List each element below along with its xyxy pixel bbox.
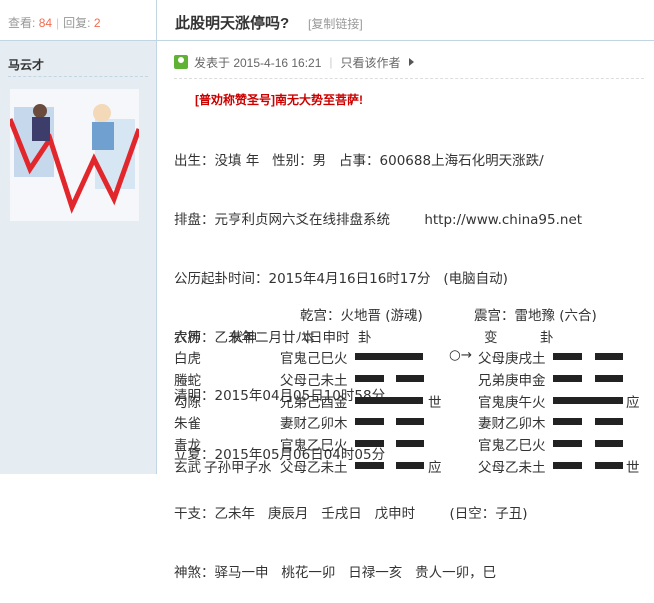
ben-yao-cell: 父母乙未土: [280, 460, 348, 476]
shi-ying-mark: 世: [626, 460, 640, 476]
yang-line: [553, 396, 623, 404]
yin-line-left: [553, 462, 582, 469]
col-gua-change: 卦: [540, 330, 554, 346]
yin-line-right: [396, 462, 424, 469]
stats-bar: 查看: 84 | 回复: 2: [0, 0, 156, 41]
bian-yao-cell: 父母庚戌土: [478, 351, 546, 367]
col-gua: 卦: [358, 330, 372, 346]
liushen-cell: 勾陈: [174, 394, 201, 411]
yin-line-right: [595, 353, 623, 360]
liushen-cell: 朱雀: [174, 416, 201, 433]
yin-line-left: [355, 418, 384, 426]
yang-line: [355, 396, 423, 404]
post-info: 发表于 2015-4-16 16:21 | 只看该作者: [174, 52, 414, 72]
thread-stats: 查看: 84 | 回复: 2: [8, 16, 101, 30]
shi-ying-mark: 应: [626, 394, 640, 411]
content-line: 公历起卦时间：2015年4月16日16时17分 (电脑自动): [174, 270, 508, 287]
yin-line-left: [355, 462, 384, 469]
shi-ying-mark: 应: [428, 460, 442, 476]
moving-yao-mark: ○→: [449, 347, 473, 363]
only-author-link[interactable]: 只看该作者: [341, 54, 401, 71]
promo-prefix[interactable]: [普劝称赞圣号]: [195, 93, 275, 107]
liushen-cell: 白虎: [174, 351, 201, 367]
shi-ying-mark: 世: [428, 394, 442, 411]
main-gua-title: 乾宫：火地晋 (游魂): [300, 308, 423, 324]
yin-line-left: [355, 440, 384, 448]
thread-header: 此股明天涨停吗? [复制链接]: [157, 0, 654, 41]
bian-yao-cell: 兄弟庚申金: [478, 372, 546, 389]
liushen-cell: 螣蛇: [174, 372, 201, 389]
yin-line-left: [553, 418, 582, 426]
avatar[interactable]: [10, 89, 139, 221]
yin-line-left: [355, 374, 384, 382]
liushen-cell: 玄武: [174, 460, 201, 476]
yin-line-right: [595, 462, 623, 469]
replies-count: 2: [93, 16, 101, 30]
ben-yao-cell: 妻财乙卯木: [280, 416, 348, 433]
bian-yao-cell: 官鬼乙巳火: [478, 438, 546, 455]
yin-line-right: [595, 374, 623, 382]
content-line: 神煞：驿马一申 桃花一卯 日禄一亥 贵人一卯，巳: [174, 564, 497, 581]
copy-link-button[interactable]: [复制链接]: [308, 15, 363, 32]
col-ben: 本: [301, 330, 315, 346]
col-fushen: 伏神: [230, 330, 257, 346]
ben-yao-cell: 父母己未土: [280, 372, 348, 389]
bian-yao-cell: 妻财乙卯木: [478, 416, 546, 433]
views-count: 84: [38, 16, 53, 30]
ben-yao-cell: 兄弟己酉金: [280, 394, 348, 411]
ben-yao-cell: 官鬼乙巳火: [280, 438, 348, 455]
col-liushen: 六神: [174, 330, 201, 346]
yin-line-left: [553, 440, 582, 448]
fushen-cell: 子孙甲子水: [204, 460, 272, 476]
change-gua-title: 震宫：雷地豫 (六合): [474, 308, 597, 324]
ben-yao-cell: 官鬼己巳火: [280, 351, 348, 367]
content-line: 出生：没填 年 性别：男 占事：600688上海石化明天涨跌/: [174, 153, 544, 170]
online-user-icon: [174, 55, 188, 69]
yin-line-right: [595, 418, 623, 426]
divider: [8, 76, 148, 77]
bian-yao-cell: 父母乙未土: [478, 460, 546, 476]
post-date: 发表于 2015-4-16 16:21: [194, 55, 322, 70]
yin-line-left: [553, 353, 582, 360]
promo-line: [普劝称赞圣号]南无大势至菩萨!: [195, 91, 363, 108]
arrow-right-icon: [408, 58, 414, 66]
promo-text[interactable]: 南无大势至菩萨!: [275, 93, 363, 107]
avatar-image: [10, 89, 139, 221]
views-label: 查看:: [8, 16, 36, 30]
bian-yao-cell: 官鬼庚午火: [478, 394, 546, 411]
replies-label: 回复:: [63, 16, 91, 30]
author-name[interactable]: 马云才: [8, 56, 44, 73]
yin-line-right: [396, 418, 424, 426]
thread-title: 此股明天涨停吗?: [175, 15, 290, 32]
yang-line: [355, 353, 423, 360]
col-bian: 变: [484, 330, 498, 346]
content-line: 排盘：元亨利贞网六爻在线排盘系统 http://www.china95.net: [174, 211, 583, 228]
yin-line-right: [396, 374, 424, 382]
yin-line-left: [553, 374, 582, 382]
divider: [174, 78, 644, 79]
liushen-cell: 青龙: [174, 438, 201, 455]
content-line: 干支：乙未年 庚辰月 壬戌日 戊申时 (日空：子丑): [174, 505, 528, 522]
yin-line-right: [396, 440, 424, 448]
yin-line-right: [595, 440, 623, 448]
